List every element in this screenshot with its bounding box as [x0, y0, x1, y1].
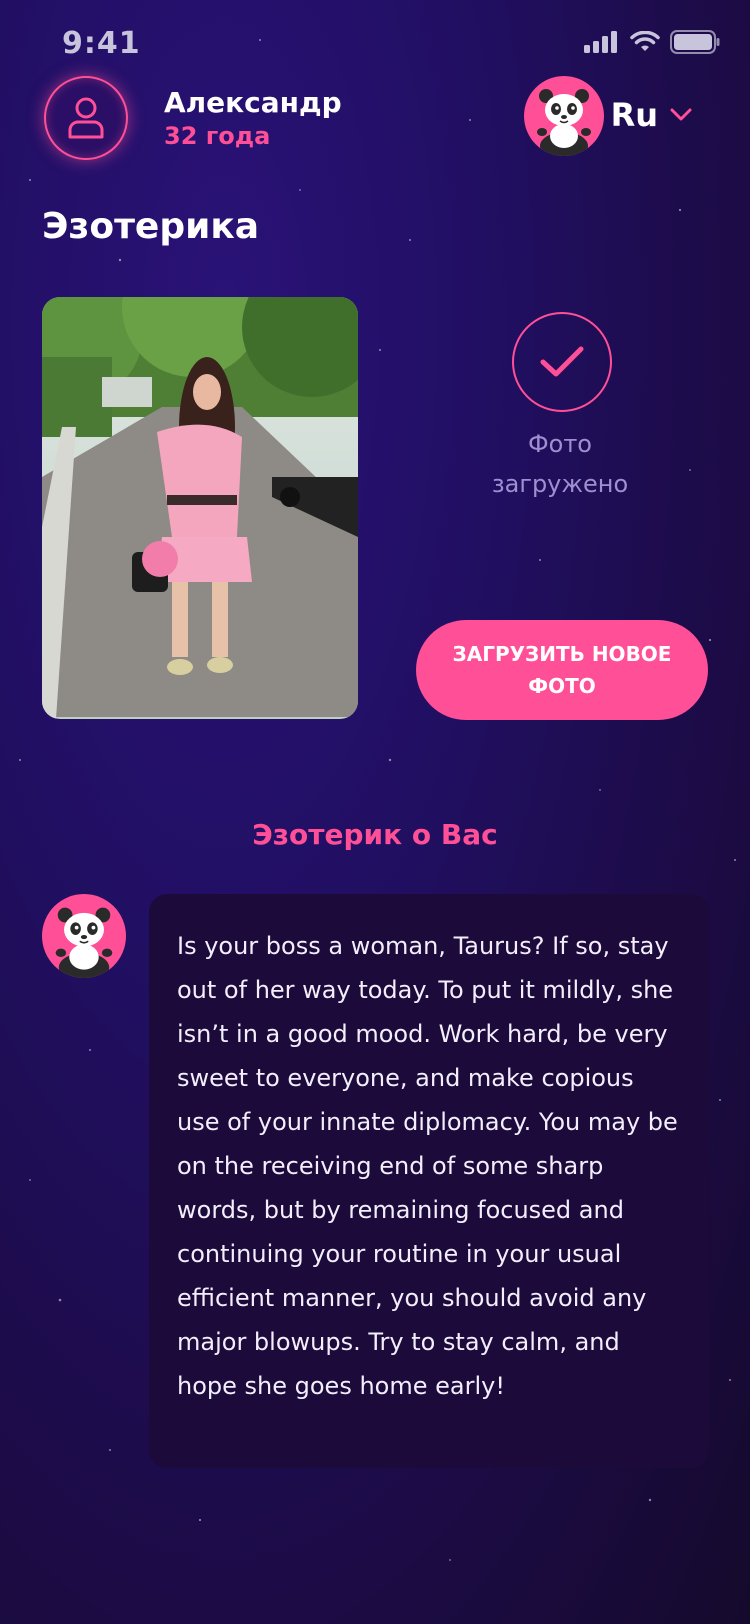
signal-icon: [584, 31, 617, 53]
user-name: Александр: [164, 86, 342, 119]
upload-new-photo-button[interactable]: ЗАГРУЗИТЬ НОВОЕ ФОТО: [416, 620, 708, 720]
section-title: Эзотерик о Вас: [252, 818, 498, 851]
panda-avatar[interactable]: [524, 76, 604, 156]
panda-icon: [537, 89, 591, 156]
message-bubble: Is your boss a woman, Taurus? If so, sta…: [149, 894, 709, 1468]
status-icons: [584, 30, 720, 54]
language-selector[interactable]: Ru: [611, 96, 658, 134]
wifi-icon: [630, 31, 660, 51]
user-icon: [68, 97, 104, 139]
status-time: 9:41: [62, 26, 141, 61]
battery-icon: [670, 30, 720, 54]
chevron-down-icon[interactable]: [670, 108, 692, 122]
message-text: Is your boss a woman, Taurus? If so, sta…: [177, 932, 678, 1400]
check-icon: [540, 346, 584, 377]
upload-success-indicator: [512, 312, 612, 412]
user-avatar[interactable]: [44, 76, 128, 160]
esoteric-avatar: [42, 894, 126, 978]
photo-status-text: Фото загружено: [491, 430, 629, 498]
user-age: 32 года: [164, 122, 271, 150]
uploaded-photo: [42, 297, 358, 719]
page-title: Эзотерика: [42, 206, 260, 247]
panda-icon: [55, 907, 113, 978]
